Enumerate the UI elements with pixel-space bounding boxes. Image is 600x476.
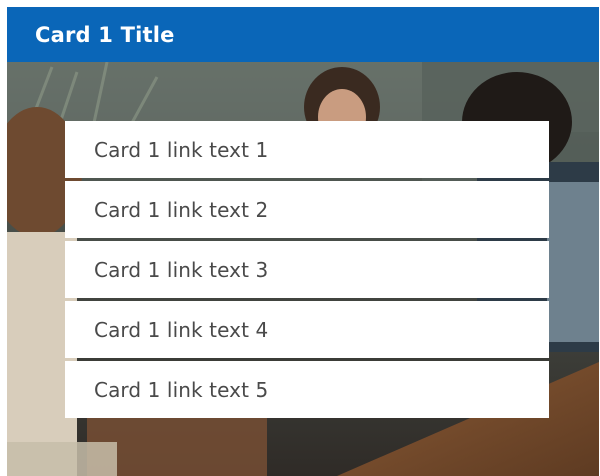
card-title: Card 1 Title [35,22,175,47]
card-header: Card 1 Title [7,7,599,62]
card-link-2[interactable]: Card 1 link text 2 [65,181,549,238]
card-link-3[interactable]: Card 1 link text 3 [65,241,549,298]
card-link-4[interactable]: Card 1 link text 4 [65,301,549,358]
card-link-label: Card 1 link text 2 [94,197,269,222]
card-link-5[interactable]: Card 1 link text 5 [65,361,549,418]
card-link-1[interactable]: Card 1 link text 1 [65,121,549,178]
card-link-list: Card 1 link text 1 Card 1 link text 2 Ca… [65,121,549,418]
card-link-label: Card 1 link text 5 [94,377,269,402]
card-link-label: Card 1 link text 4 [94,317,269,342]
card-link-label: Card 1 link text 3 [94,257,269,282]
card-link-label: Card 1 link text 1 [94,137,269,162]
card: Card 1 Title Card 1 link text 1 Card 1 l… [7,7,599,476]
